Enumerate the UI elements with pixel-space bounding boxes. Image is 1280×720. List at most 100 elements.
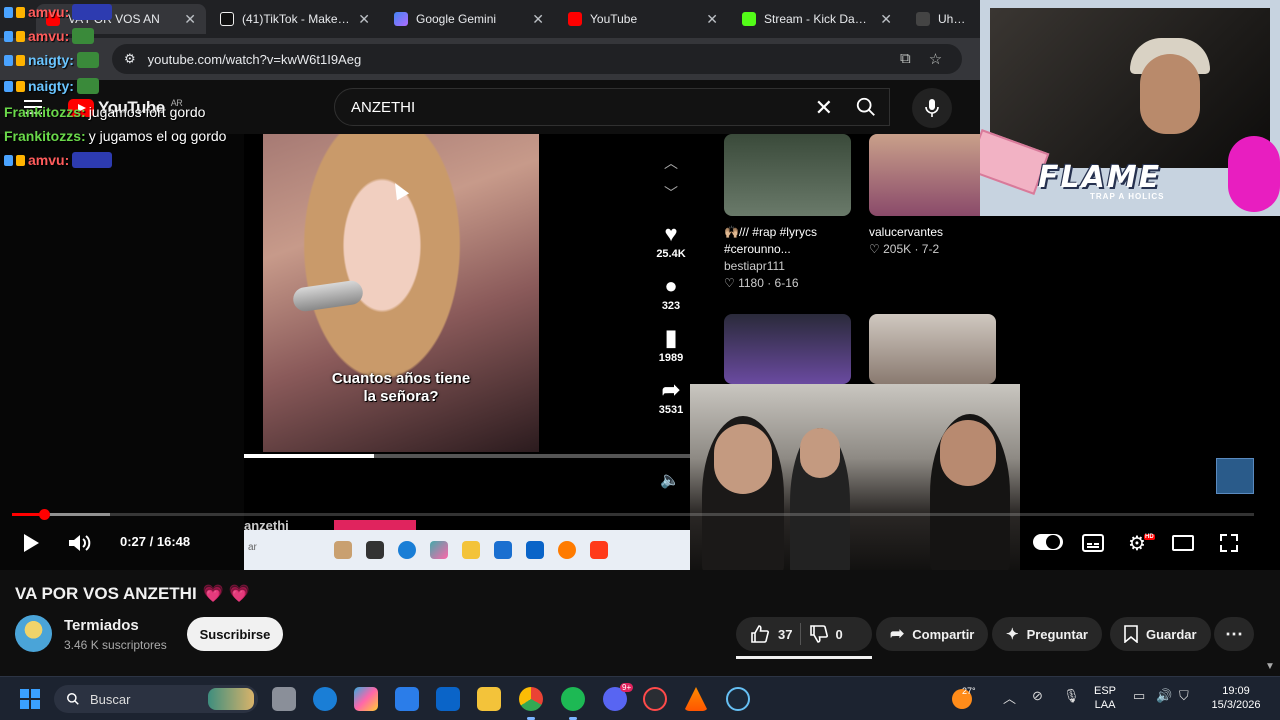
speaker-icon[interactable]: 🔊 <box>1156 688 1172 704</box>
chat-user: Frankitozzs: <box>4 128 86 144</box>
tab-close-icon[interactable]: ✕ <box>880 11 892 28</box>
youtube-favicon-icon <box>568 12 582 26</box>
clock-time: 19:09 <box>1222 685 1250 697</box>
tab-kick-dashboard[interactable]: Stream - Kick Dashbo ✕ <box>732 4 902 34</box>
tiktok-actions: ♥ 25.4K ● 323 ▮ 1989 ➦ 3531 <box>650 220 692 428</box>
thumbnail-1 <box>724 134 851 216</box>
tab-close-icon[interactable]: ✕ <box>358 11 370 28</box>
tray-chevron-up-icon[interactable]: ︿ <box>1003 688 1016 707</box>
tab-close-icon[interactable]: ✕ <box>706 11 718 28</box>
vlc-icon[interactable] <box>684 687 708 711</box>
windows-start-icon[interactable] <box>20 689 40 709</box>
car-emote-icon <box>72 4 113 20</box>
thumbnail-2 <box>869 134 996 216</box>
tab-label: Uhmm - 7 <box>938 12 970 26</box>
tiktok-volume-icon: 🔈 <box>660 472 680 489</box>
install-app-icon[interactable]: ⧉ <box>900 50 911 68</box>
tab-close-icon[interactable]: ✕ <box>532 11 544 28</box>
dislike-count: 0 <box>835 626 843 642</box>
scrubber-knob[interactable] <box>39 509 50 520</box>
battery-shield-icon[interactable]: ⛉ <box>1179 688 1189 704</box>
scroll-down-icon[interactable]: ▼ <box>1265 661 1275 672</box>
tiktok-caption: Cuantos años tiene la señora? <box>263 370 539 406</box>
card-user: bestiapr111 <box>724 259 785 273</box>
heart-icon: ♥ <box>664 221 678 246</box>
bookmark-star-icon[interactable]: ☆ <box>929 50 942 68</box>
heart-emoji: 💗 💗 <box>202 584 250 603</box>
more-actions-button[interactable]: ⋯ <box>1214 617 1254 651</box>
play-icon <box>24 534 39 552</box>
divider <box>800 623 802 645</box>
frog-emote-icon <box>76 52 99 68</box>
taskbar-search[interactable]: Buscar <box>54 685 258 713</box>
chrome-icon[interactable] <box>519 687 543 720</box>
edge-icon[interactable] <box>313 687 337 711</box>
obs-icon[interactable] <box>643 687 667 711</box>
subtitles-icon <box>1082 534 1104 552</box>
task-view-icon[interactable] <box>272 687 296 711</box>
display-icon[interactable]: ▭ <box>1133 688 1145 704</box>
chevron-down-icon: ﹀ <box>664 185 678 201</box>
like-count: 37 <box>778 626 793 642</box>
sparkle-icon: ✦ <box>1006 626 1019 643</box>
microphone-icon <box>925 99 939 117</box>
ask-label: Preguntar <box>1026 626 1088 642</box>
chat-user: Frankitozzs: <box>4 104 86 120</box>
video-progress-bar[interactable] <box>12 509 1254 520</box>
copilot-icon[interactable] <box>354 687 378 711</box>
clear-search-icon[interactable]: ✕ <box>815 95 833 121</box>
car-emote-icon <box>72 152 113 168</box>
search-icon <box>856 97 875 116</box>
clock[interactable]: 19:09 15/3/2026 <box>1208 684 1264 712</box>
tab-youtube[interactable]: YouTube ✕ <box>558 4 728 34</box>
kick-favicon-icon <box>742 12 756 26</box>
search-button[interactable] <box>843 89 889 125</box>
chat-message: Frankitozzs: jugamos fort gordo <box>4 104 205 120</box>
language-indicator[interactable]: ESP LAA <box>1094 684 1116 712</box>
taskbar-search-placeholder: Buscar <box>90 691 131 707</box>
time-display: 0:27 / 16:48 <box>120 534 191 549</box>
fullscreen-button[interactable] <box>1216 530 1242 556</box>
store-icon[interactable] <box>395 687 419 711</box>
like-ratio-bar <box>736 656 872 659</box>
chat-message: amvu: <box>4 28 95 44</box>
thumbnail-3 <box>724 314 851 384</box>
share-button[interactable]: ➦ Compartir <box>876 617 989 651</box>
voice-search-button[interactable] <box>912 88 952 128</box>
tiktok-save: ▮ 1989 <box>650 324 692 364</box>
weather-temperature: 27° <box>962 686 976 696</box>
windows-taskbar: Buscar <box>0 676 1280 720</box>
outlook-icon[interactable] <box>436 687 460 711</box>
chat-text: jugamos fort gordo <box>88 104 206 120</box>
chat-message: amvu: <box>4 152 113 168</box>
tab-uhmm[interactable]: Uhmm - 7 <box>906 4 980 34</box>
chevron-up-icon: ︿ <box>664 155 678 171</box>
save-button[interactable]: Guardar <box>1110 617 1211 651</box>
subtitles-button[interactable] <box>1080 530 1106 556</box>
theater-icon <box>1172 535 1194 551</box>
theater-mode-button[interactable] <box>1170 530 1196 556</box>
crown-badge-icon <box>16 154 25 166</box>
subscribe-button[interactable]: Suscribirse <box>187 617 283 651</box>
spotify-icon[interactable] <box>561 687 585 720</box>
autoplay-toggle[interactable] <box>1033 534 1063 550</box>
save-label: Guardar <box>1146 626 1197 642</box>
pink-buddha-sticker-icon <box>1228 136 1280 212</box>
channel-avatar[interactable] <box>15 615 52 652</box>
volume-button[interactable] <box>66 530 92 556</box>
dislike-button[interactable]: 0 <box>809 624 843 644</box>
thumbs-up-icon <box>751 625 769 643</box>
ask-button[interactable]: ✦ Preguntar <box>992 617 1102 651</box>
search-input[interactable]: ANZETHI ✕ <box>334 88 890 126</box>
steam-icon[interactable] <box>726 687 750 711</box>
video-title: VA POR VOS ANZETHI 💗 💗 <box>15 584 250 604</box>
tiktok-comment: ● 323 <box>650 272 692 312</box>
crown-badge-icon <box>16 6 25 18</box>
channel-name[interactable]: Termiados <box>64 617 139 634</box>
tab-gemini[interactable]: Google Gemini ✕ <box>384 4 554 34</box>
microphone-icon[interactable]: 🎙 <box>1063 688 1080 704</box>
play-button[interactable] <box>18 530 44 556</box>
file-explorer-icon[interactable] <box>477 687 501 711</box>
network-icon[interactable]: ⊘ <box>1032 688 1043 704</box>
like-button[interactable]: 37 <box>750 624 792 644</box>
